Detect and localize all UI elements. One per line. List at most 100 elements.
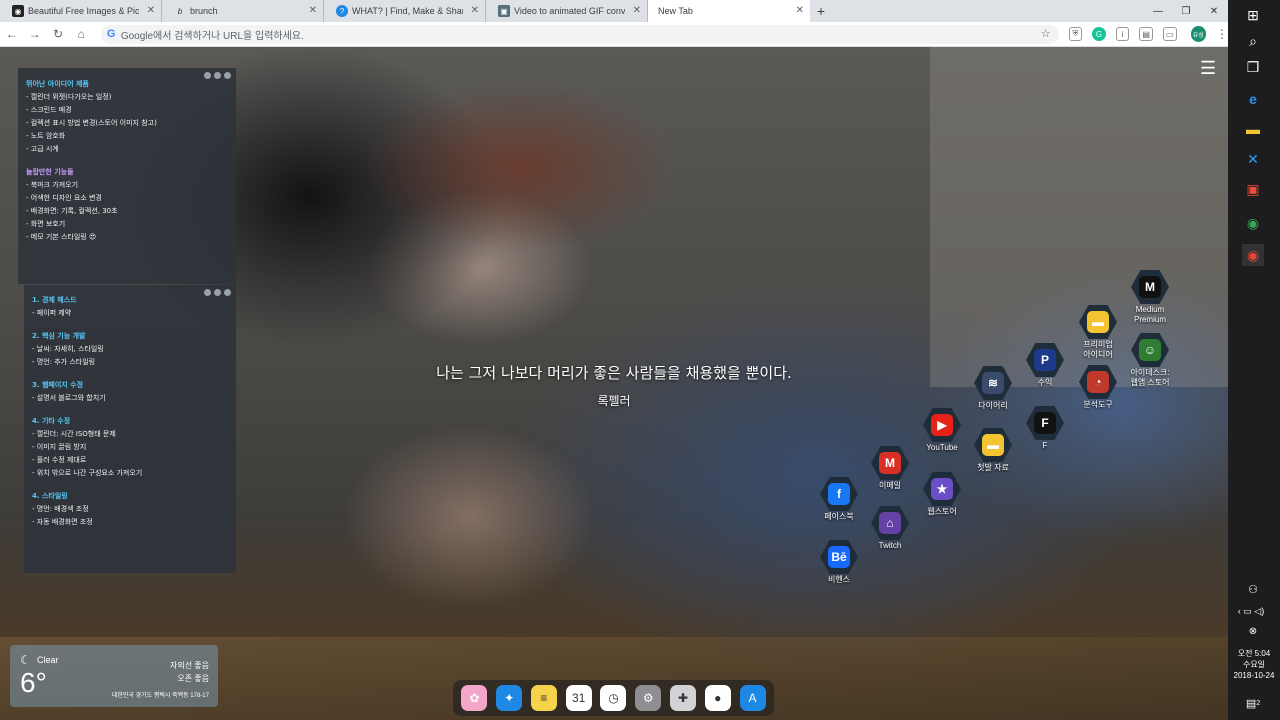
reload-icon[interactable]: ↻	[46, 22, 69, 46]
safari-icon[interactable]: ✦	[496, 685, 523, 711]
search-icon[interactable]: ⌕	[1242, 30, 1264, 52]
notification-icon[interactable]: ▤ 2	[1242, 692, 1264, 714]
calendar-icon[interactable]: 31	[565, 685, 592, 711]
tab-label: WHAT? | Find, Make & Share G	[352, 6, 463, 16]
hexagon-tile[interactable]: ★	[923, 472, 961, 506]
hexagon-tile[interactable]: ≋	[974, 366, 1012, 400]
tab-giphy[interactable]: ? WHAT? | Find, Make & Share G ✕	[324, 0, 486, 22]
twitch-icon: ⌂	[879, 512, 901, 534]
close-icon[interactable]: ✕	[471, 5, 479, 16]
shortcut-folder-open[interactable]: ▬ 첫발 자료	[953, 428, 1033, 473]
window-controls: — ❐ ✕	[1144, 0, 1228, 22]
vscode-icon[interactable]: ✕	[1242, 148, 1264, 170]
notes-panel-todo[interactable]: 1. 경제 헤스드 - 페이퍼 제약 2. 핵심 기능 개발 - 날씨: 자세히, 스…	[24, 285, 236, 573]
hexagon-tile[interactable]: Bē	[820, 540, 858, 574]
font-icon: F	[1034, 412, 1056, 434]
tab-new-tab[interactable]: New Tab ✕	[648, 0, 810, 22]
browser-toolbar: ← → ↻ ⌂ G Google에서 검색하거나 URL을 입력하세요. ☆ ⛨…	[0, 22, 1228, 47]
taskbar-clock[interactable]: 오전 5:04 수요일 2018-10-24	[1228, 648, 1280, 681]
menu-kebab-icon[interactable]: ⋮	[1216, 27, 1228, 41]
profile-avatar[interactable]: 유성	[1190, 26, 1206, 42]
filezilla-icon[interactable]: ▣	[1242, 178, 1264, 200]
note-line: - 어색한 디자인 요소 변경	[26, 194, 102, 202]
shortcut-behance[interactable]: Bē 비헨스	[799, 540, 879, 585]
note-line: - 화면 보호기	[26, 220, 66, 228]
note-dot[interactable]	[224, 72, 231, 79]
hexagon-tile[interactable]: ◔	[1079, 365, 1117, 399]
close-icon[interactable]: ✕	[147, 5, 155, 16]
minimize-icon[interactable]: —	[1144, 0, 1172, 22]
mascot-icon: ☺	[1139, 339, 1161, 361]
note-dot[interactable]	[214, 72, 221, 79]
chrome-active-icon[interactable]: ◉	[1242, 244, 1264, 266]
close-window-icon[interactable]: ✕	[1200, 0, 1228, 22]
chrome-icon[interactable]: ◉	[1242, 212, 1264, 234]
file-explorer-icon[interactable]: ▬	[1242, 118, 1264, 140]
address-placeholder: Google에서 검색하거나 URL을 입력하세요.	[120, 30, 304, 42]
gif-icon: ▣	[498, 5, 510, 17]
notes-panel-ideas[interactable]: 뛰어난 아이디어 제품 - 캘린더 위젯(다가오는 일정) - 스크린드 배경 - 컬…	[18, 68, 236, 284]
gmail-icon: M	[879, 452, 901, 474]
note-dot[interactable]	[204, 289, 211, 296]
restore-icon[interactable]: ❐	[1172, 0, 1200, 22]
shortcut-analytics[interactable]: ◔ 분석도구	[1058, 365, 1138, 410]
hexagon-tile[interactable]: ☺	[1131, 333, 1169, 367]
photos-icon[interactable]: ✿	[461, 685, 488, 711]
clock-weekday: 수요일	[1242, 660, 1266, 669]
windows-start-icon[interactable]: ⊞	[1242, 4, 1264, 26]
note-dot[interactable]	[224, 289, 231, 296]
close-circle-icon[interactable]: ⊗	[1242, 620, 1264, 642]
note-dot[interactable]	[204, 72, 211, 79]
bookmark-star-icon[interactable]: ☆	[1041, 27, 1051, 40]
bookmark-extension-icon[interactable]: ▤	[1139, 27, 1153, 41]
note-line: - 이미지 끌림 방지	[32, 443, 87, 451]
youtube-icon: ▶	[931, 414, 953, 436]
weather-widget[interactable]: ☾ Clear 6° 자외선 좋음 오존 좋음 대한민국 경기도 평택시 죽백동…	[10, 645, 218, 707]
shortcut-layers[interactable]: ≋ 다이어리	[953, 366, 1033, 411]
shield-extension-icon[interactable]: ⛨	[1068, 27, 1083, 41]
note-line: - 북마크 가져오기	[26, 181, 79, 189]
notification-count: 2	[1256, 699, 1261, 707]
screen-extension-icon[interactable]: ▭	[1162, 27, 1177, 41]
tab-label: Beautiful Free Images & Pictures	[28, 6, 139, 16]
reminders-icon[interactable]: ●	[704, 685, 731, 711]
extensions-icon[interactable]: ✚	[669, 685, 696, 711]
new-tab-button[interactable]: +	[810, 0, 832, 22]
note-body[interactable]: 뛰어난 아이디어 제품 - 캘린더 위젯(다가오는 일정) - 스크린드 배경 - 컬…	[26, 78, 228, 244]
settings-icon[interactable]: ⚙	[635, 685, 662, 711]
tab-brunch[interactable]: b brunch ✕	[162, 0, 324, 22]
info-extension-icon[interactable]: i	[1115, 27, 1130, 41]
address-bar[interactable]: G Google에서 검색하거나 URL을 입력하세요. ☆	[100, 24, 1059, 44]
note-dot[interactable]	[214, 289, 221, 296]
hexagon-tile[interactable]: ⌂	[871, 506, 909, 540]
clock-date: 2018-10-24	[1233, 671, 1275, 680]
grammarly-extension-icon[interactable]: G	[1092, 27, 1106, 41]
tray-icons[interactable]: ‹ ▭ ◁)	[1236, 600, 1266, 622]
notes-icon[interactable]: ≡	[530, 685, 557, 711]
people-icon[interactable]: ⚇	[1242, 578, 1264, 600]
back-icon[interactable]: ←	[0, 22, 23, 46]
home-icon[interactable]: ⌂	[70, 22, 93, 46]
clock-icon[interactable]: ◷	[600, 685, 627, 711]
hamburger-menu-icon[interactable]: ☰	[1200, 59, 1216, 77]
hexagon-tile[interactable]: M	[1131, 270, 1169, 304]
edge-icon[interactable]: e	[1242, 88, 1264, 110]
note-line: - 자동 배경화면 조정	[32, 518, 93, 526]
google-icon: G	[106, 27, 116, 40]
tab-unsplash[interactable]: ◉ Beautiful Free Images & Pictures ✕	[0, 0, 162, 22]
close-icon[interactable]: ✕	[796, 5, 804, 16]
close-icon[interactable]: ✕	[633, 5, 641, 16]
forward-icon[interactable]: →	[23, 22, 46, 46]
moon-icon: ☾	[20, 653, 31, 667]
folder-open-icon: ▬	[982, 434, 1004, 456]
hexagon-tile[interactable]: ▬	[974, 428, 1012, 462]
tab-gif-converter[interactable]: ▣ Video to animated GIF converte ✕	[486, 0, 648, 22]
task-view-icon[interactable]: ❐	[1242, 56, 1264, 78]
close-icon[interactable]: ✕	[309, 5, 317, 16]
note-window-buttons[interactable]	[204, 72, 231, 79]
note-window-buttons[interactable]	[204, 289, 231, 296]
appstore-icon[interactable]: A	[739, 685, 766, 711]
star-icon: ★	[931, 478, 953, 500]
note-body[interactable]: 1. 경제 헤스드 - 페이퍼 제약 2. 핵심 기능 개발 - 날씨: 자세히, 스…	[32, 294, 228, 529]
tab-strip: ◉ Beautiful Free Images & Pictures ✕ b b…	[0, 0, 1228, 22]
